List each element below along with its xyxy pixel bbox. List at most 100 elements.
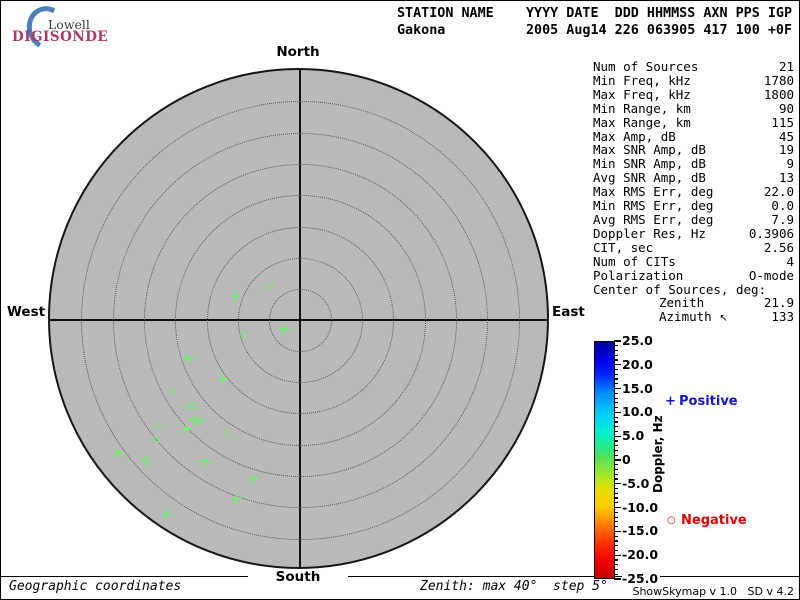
info-row: Zenith 21.9 [593, 296, 794, 310]
colorbar-tick [614, 540, 618, 542]
station-header-columns: STATION NAME YYYY DATE DDD HHMMSS AXN PP… [397, 6, 793, 21]
doppler-colorbar-gradient [594, 341, 615, 579]
colorbar-tick-label: -15.0 [622, 523, 661, 539]
colorbar-tick [614, 354, 618, 356]
info-row: Num of CITs 4 [593, 253, 794, 269]
info-panel-rows: Num of Sources 21 Min Freq, kHz 1780 Max Fre… [593, 60, 794, 326]
source-marker-positive [140, 455, 150, 465]
info-panel: Num of Sources 21 Min Freq, kHz 1780 Max Fre… [593, 60, 794, 326]
colorbar-tick [614, 407, 618, 409]
info-value: 21.9 [763, 295, 794, 311]
colorbar-tick [614, 478, 618, 480]
source-marker-positive [194, 416, 204, 426]
colorbar-tick [614, 535, 618, 537]
colorbar-tick [614, 464, 618, 466]
colorbar-tick [614, 554, 621, 556]
info-row: Num of Sources 21 [593, 60, 794, 74]
info-row: Avg SNR Amp, dB 13 [593, 171, 794, 185]
colorbar-tick [614, 578, 621, 580]
colorbar-tick [614, 559, 618, 561]
source-marker-negative [266, 281, 274, 289]
info-row: Min Freq, kHz 1780 [593, 74, 794, 88]
colorbar-tick [614, 345, 618, 347]
source-marker-positive [182, 424, 192, 434]
colorbar-tick-label: -25.0 [622, 571, 661, 586]
colorbar-tick [614, 364, 621, 366]
colorbar-tick [614, 430, 618, 433]
info-row: Max Range, km 115 [593, 115, 794, 130]
info-value: 0.3906 [748, 225, 794, 241]
info-value: 4 [786, 253, 794, 269]
info-value: 1780 [763, 72, 794, 88]
colorbar-tick [614, 492, 618, 494]
station-header: STATION NAME YYYY DATE DDD HHMMSS AXN PP… [397, 6, 792, 39]
source-marker-negative [223, 429, 231, 437]
colorbar-tick [614, 416, 618, 418]
colorbar-tick-label: 15.0 [622, 380, 655, 396]
info-label: Azimuth ↖ [659, 309, 728, 325]
source-marker-positive [279, 324, 289, 334]
colorbar-tick [614, 378, 618, 380]
colorbar-tick [614, 388, 621, 390]
info-value: 133 [771, 309, 794, 325]
colorbar-tick [614, 502, 618, 504]
colorbar-tick [614, 573, 618, 575]
info-row: Avg RMS Err, deg 7.9 [593, 213, 794, 227]
colorbar-tick [614, 497, 618, 499]
info-value: 9 [786, 156, 794, 172]
logo-digisonde-text: DIGISONDE [12, 29, 109, 45]
info-row: Min SNR Amp, dB 9 [593, 157, 794, 171]
source-marker-positive [231, 291, 241, 301]
colorbar-tick [614, 440, 618, 442]
info-row: CIT, sec 2.56 [593, 239, 794, 255]
colorbar-tick [614, 459, 621, 461]
info-label: Num of CITs [593, 253, 676, 269]
source-marker-positive [218, 374, 228, 384]
info-label: Max Freq, kHz [593, 86, 691, 102]
source-marker-negative [152, 435, 160, 443]
colorbar-tick [614, 435, 621, 437]
colorbar-tick [614, 473, 618, 475]
source-marker-positive [113, 448, 123, 458]
azimuth-arrow-icon: ↖ [719, 313, 728, 325]
colorbar-tick [614, 516, 618, 518]
colorbar-tick [614, 545, 618, 547]
info-label: Avg SNR Amp, dB [593, 170, 706, 186]
colorbar-tick [614, 526, 618, 528]
colorbar-tick [614, 368, 618, 371]
colorbar-tick-label: -5.0 [622, 475, 652, 491]
info-row: Max Freq, kHz 1800 [593, 86, 794, 102]
doppler-colorbar: 25.0 20.0 15.0 10.0 5.0 0 -5.0 -10.0 -15.0 -20.0 -… [594, 334, 794, 586]
info-label: Min RMS Err, deg [593, 198, 714, 214]
colorbar-tick [614, 454, 618, 456]
colorbar-tick [614, 549, 618, 552]
info-label: Min SNR Amp, dB [593, 156, 706, 172]
colorbar-tick-label: 5.0 [622, 428, 647, 444]
colorbar-tick [614, 487, 618, 490]
compass-label-north: North [276, 44, 320, 60]
info-value: 0.0 [771, 198, 794, 214]
info-row: Azimuth ↖ 133 [593, 310, 794, 326]
source-marker-negative [190, 401, 198, 409]
compass-label-south: South [248, 569, 348, 585]
source-marker-positive [231, 493, 241, 503]
info-label: Center of Sources, deg: [593, 281, 767, 297]
colorbar-tick [614, 373, 618, 375]
source-marker-positive [183, 353, 193, 363]
info-value: 13 [778, 170, 794, 186]
info-label: Max Amp, dB [593, 128, 676, 144]
source-marker-negative [239, 329, 247, 337]
source-marker-positive [248, 474, 258, 484]
compass-label-east: East [552, 304, 585, 320]
colorbar-tick [614, 402, 618, 404]
info-row: Max SNR Amp, dB 19 [593, 143, 794, 157]
info-label: Avg RMS Err, deg [593, 211, 714, 227]
colorbar-tick [614, 349, 618, 352]
info-value: 45 [778, 128, 794, 144]
info-value: 19 [778, 142, 794, 158]
info-row: Max RMS Err, deg 22.0 [593, 185, 794, 199]
info-label: CIT, sec [593, 239, 654, 255]
info-label: Min Freq, kHz [593, 72, 691, 88]
colorbar-tick [614, 564, 618, 566]
colorbar-tick [614, 521, 618, 523]
